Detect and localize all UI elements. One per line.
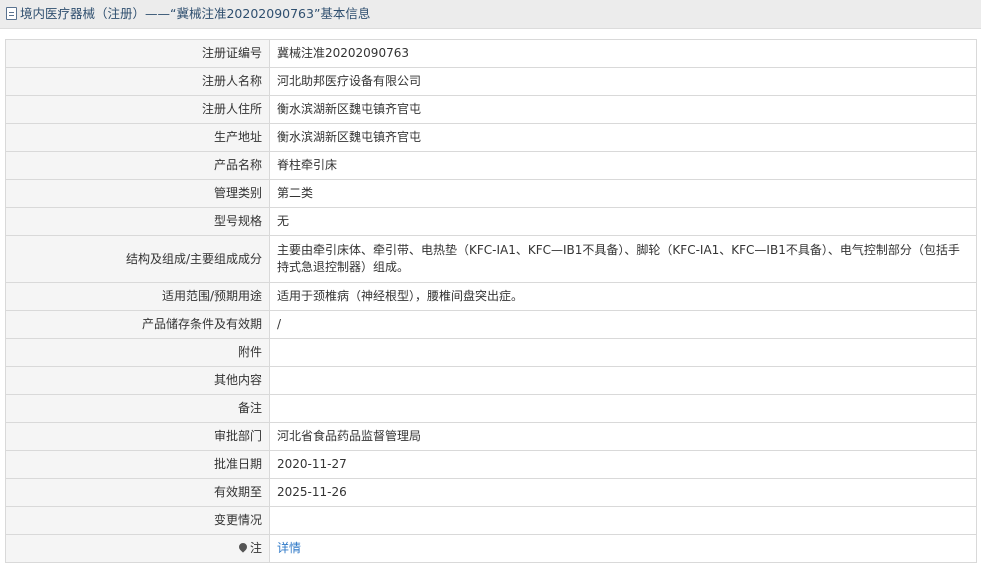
row-label: 注册人名称 bbox=[5, 67, 270, 96]
row-value: 2020-11-27 bbox=[269, 450, 977, 479]
row-label: 有效期至 bbox=[5, 478, 270, 507]
row-value: 适用于颈椎病（神经根型），腰椎间盘突出症。 bbox=[269, 282, 977, 311]
row-label: 备注 bbox=[5, 394, 270, 423]
row-value: 无 bbox=[269, 207, 977, 236]
row-value bbox=[269, 338, 977, 367]
row-label: 产品名称 bbox=[5, 151, 270, 180]
row-value bbox=[269, 366, 977, 395]
table-row: 审批部门 河北省食品药品监督管理局 bbox=[5, 422, 977, 451]
table-row: 注册人名称 河北助邦医疗设备有限公司 bbox=[5, 67, 977, 96]
row-label: 批准日期 bbox=[5, 450, 270, 479]
note-label: 注 bbox=[249, 541, 262, 555]
note-row: 注 详情 bbox=[5, 534, 977, 563]
table-row: 型号规格 无 bbox=[5, 207, 977, 236]
page-title: 境内医疗器械（注册）——“冀械注准20202090763”基本信息 bbox=[20, 6, 371, 21]
row-label: 适用范围/预期用途 bbox=[5, 282, 270, 311]
row-label: 附件 bbox=[5, 338, 270, 367]
table-row: 产品名称 脊柱牵引床 bbox=[5, 151, 977, 180]
table-row: 适用范围/预期用途 适用于颈椎病（神经根型），腰椎间盘突出症。 bbox=[5, 282, 977, 311]
row-label: 审批部门 bbox=[5, 422, 270, 451]
details-link[interactable]: 详情 bbox=[277, 541, 301, 555]
row-label: 注册证编号 bbox=[5, 39, 270, 68]
row-value: 衡水滨湖新区魏屯镇齐官屯 bbox=[269, 95, 977, 124]
pin-icon bbox=[237, 541, 249, 553]
row-label: 产品储存条件及有效期 bbox=[5, 310, 270, 339]
note-label-cell: 注 bbox=[5, 534, 270, 563]
row-label: 型号规格 bbox=[5, 207, 270, 236]
info-table: 注册证编号 冀械注准20202090763 注册人名称 河北助邦医疗设备有限公司… bbox=[5, 39, 977, 563]
row-value: 第二类 bbox=[269, 179, 977, 208]
table-row: 注册证编号 冀械注准20202090763 bbox=[5, 39, 977, 68]
table-row: 生产地址 衡水滨湖新区魏屯镇齐官屯 bbox=[5, 123, 977, 152]
note-value-cell: 详情 bbox=[269, 534, 977, 563]
page-header: 境内医疗器械（注册）——“冀械注准20202090763”基本信息 bbox=[0, 0, 981, 29]
row-value: / bbox=[269, 310, 977, 339]
info-panel: 注册证编号 冀械注准20202090763 注册人名称 河北助邦医疗设备有限公司… bbox=[0, 29, 981, 563]
row-value: 河北省食品药品监督管理局 bbox=[269, 422, 977, 451]
table-row: 附件 bbox=[5, 338, 977, 367]
table-row: 产品储存条件及有效期 / bbox=[5, 310, 977, 339]
row-label: 其他内容 bbox=[5, 366, 270, 395]
row-label: 变更情况 bbox=[5, 506, 270, 535]
table-row: 结构及组成/主要组成成分 主要由牵引床体、牵引带、电热垫（KFC-ⅠA1、KFC… bbox=[5, 235, 977, 283]
row-label: 注册人住所 bbox=[5, 95, 270, 124]
row-label: 管理类别 bbox=[5, 179, 270, 208]
table-row: 批准日期 2020-11-27 bbox=[5, 450, 977, 479]
row-value bbox=[269, 506, 977, 535]
table-row: 其他内容 bbox=[5, 366, 977, 395]
table-row: 有效期至 2025-11-26 bbox=[5, 478, 977, 507]
table-row: 管理类别 第二类 bbox=[5, 179, 977, 208]
row-value: 脊柱牵引床 bbox=[269, 151, 977, 180]
table-row: 注册人住所 衡水滨湖新区魏屯镇齐官屯 bbox=[5, 95, 977, 124]
row-value: 衡水滨湖新区魏屯镇齐官屯 bbox=[269, 123, 977, 152]
row-value: 河北助邦医疗设备有限公司 bbox=[269, 67, 977, 96]
row-value: 2025-11-26 bbox=[269, 478, 977, 507]
document-icon bbox=[6, 7, 17, 20]
row-value: 主要由牵引床体、牵引带、电热垫（KFC-ⅠA1、KFC—ⅠB1不具备）、脚轮（K… bbox=[269, 235, 977, 283]
row-label: 结构及组成/主要组成成分 bbox=[5, 235, 270, 283]
table-row: 备注 bbox=[5, 394, 977, 423]
row-value: 冀械注准20202090763 bbox=[269, 39, 977, 68]
row-value bbox=[269, 394, 977, 423]
table-row: 变更情况 bbox=[5, 506, 977, 535]
row-label: 生产地址 bbox=[5, 123, 270, 152]
